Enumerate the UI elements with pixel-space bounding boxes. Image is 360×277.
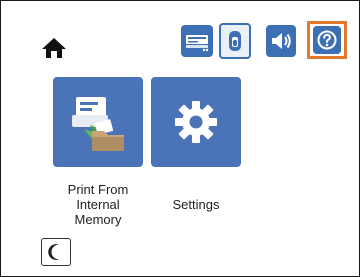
help-highlight — [307, 21, 347, 59]
print-from-memory-icon — [72, 97, 124, 151]
moon-icon — [48, 244, 59, 260]
printer-control-panel: Print From Internal Memory Settings — [0, 0, 360, 277]
print-from-internal-memory-button[interactable] — [53, 77, 143, 167]
home-icon[interactable] — [41, 37, 67, 59]
help-icon[interactable] — [313, 26, 341, 54]
label-line: Internal — [76, 197, 120, 212]
label-line: Memory — [74, 212, 122, 227]
sound-icon[interactable] — [266, 25, 296, 57]
ink-status-icon[interactable] — [219, 23, 251, 59]
settings-button[interactable] — [151, 77, 241, 167]
scanner-status-icon[interactable] — [181, 25, 213, 57]
gear-icon — [175, 101, 217, 143]
print-from-internal-memory-label: Print From Internal Memory — [41, 182, 155, 227]
label-line: Print From — [67, 182, 129, 197]
sleep-button[interactable] — [41, 238, 71, 266]
settings-label: Settings — [172, 197, 220, 212]
